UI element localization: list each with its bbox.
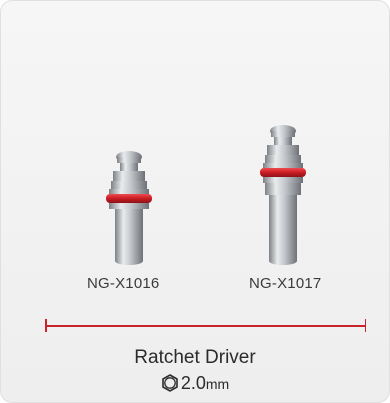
product-code-label: NG-X1016	[87, 275, 160, 292]
tool-size: 2.0mm	[1, 373, 389, 397]
length-cap-right	[364, 319, 366, 332]
tool-name: Ratchet Driver	[134, 347, 256, 368]
product-card: NG-X1016 NG-X1017 Ratchet Driver 2.0mm	[0, 0, 390, 403]
product-code-label: NG-X1017	[249, 275, 322, 292]
product-image-ng-x1017	[251, 123, 315, 273]
length-line	[45, 325, 366, 327]
product-image-ng-x1016	[97, 149, 161, 271]
tool-size-unit: mm	[205, 376, 230, 392]
length-cap-left	[45, 319, 47, 332]
hexagon-icon	[161, 374, 179, 397]
tool-size-value: 2.0	[180, 373, 206, 393]
length-indicator	[45, 319, 366, 333]
